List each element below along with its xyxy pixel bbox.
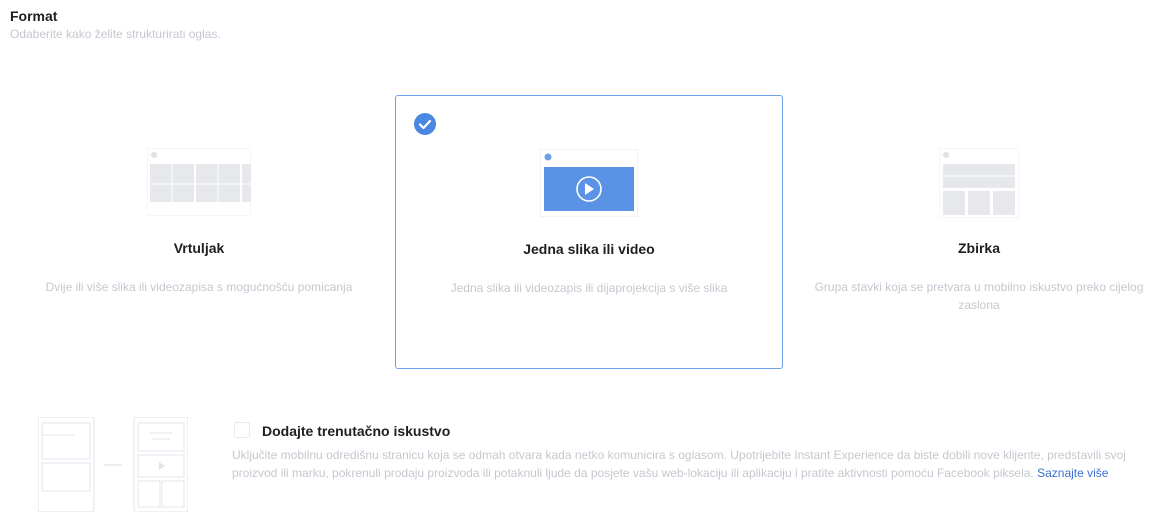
format-description: Jedna slika ili videozapis ili dijaproje… xyxy=(450,281,728,295)
section-title: Format xyxy=(10,8,58,24)
instant-experience-checkbox[interactable] xyxy=(234,422,250,438)
instant-experience-section: Dodajte trenutačno iskustvo Uključite mo… xyxy=(0,395,1168,513)
format-option-collection[interactable]: Zbirka Grupa stavki koja se pretvara u m… xyxy=(785,95,1168,369)
carousel-icon xyxy=(146,147,252,221)
learn-more-link[interactable]: Saznajte više xyxy=(1037,466,1108,480)
format-description: Grupa stavki koja se pretvara u mobilno … xyxy=(814,280,1144,312)
format-name: Vrtuljak xyxy=(173,240,225,256)
single-image-video-icon xyxy=(539,148,639,222)
instant-experience-text: Uključite mobilnu odredišnu stranicu koj… xyxy=(232,448,1126,480)
format-option-single-image-video[interactable]: Jedna slika ili video Jedna slika ili vi… xyxy=(395,95,783,369)
instant-experience-description: Uključite mobilnu odredišnu stranicu koj… xyxy=(232,446,1152,482)
section-subtitle: Odaberite kako želite strukturirati ogla… xyxy=(10,27,221,41)
collection-icon xyxy=(938,147,1020,223)
format-description: Dvije ili više slika ili videozapisa s m… xyxy=(45,280,353,294)
format-header: Format Odaberite kako želite strukturira… xyxy=(10,8,221,41)
format-name: Jedna slika ili video xyxy=(523,241,655,257)
instant-experience-illustration xyxy=(37,416,189,517)
selected-check-icon xyxy=(414,113,436,135)
format-option-carousel[interactable]: Vrtuljak Dvije ili više slika ili videoz… xyxy=(5,95,393,369)
instant-experience-title: Dodajte trenutačno iskustvo xyxy=(262,423,451,439)
format-name: Zbirka xyxy=(957,240,1000,256)
